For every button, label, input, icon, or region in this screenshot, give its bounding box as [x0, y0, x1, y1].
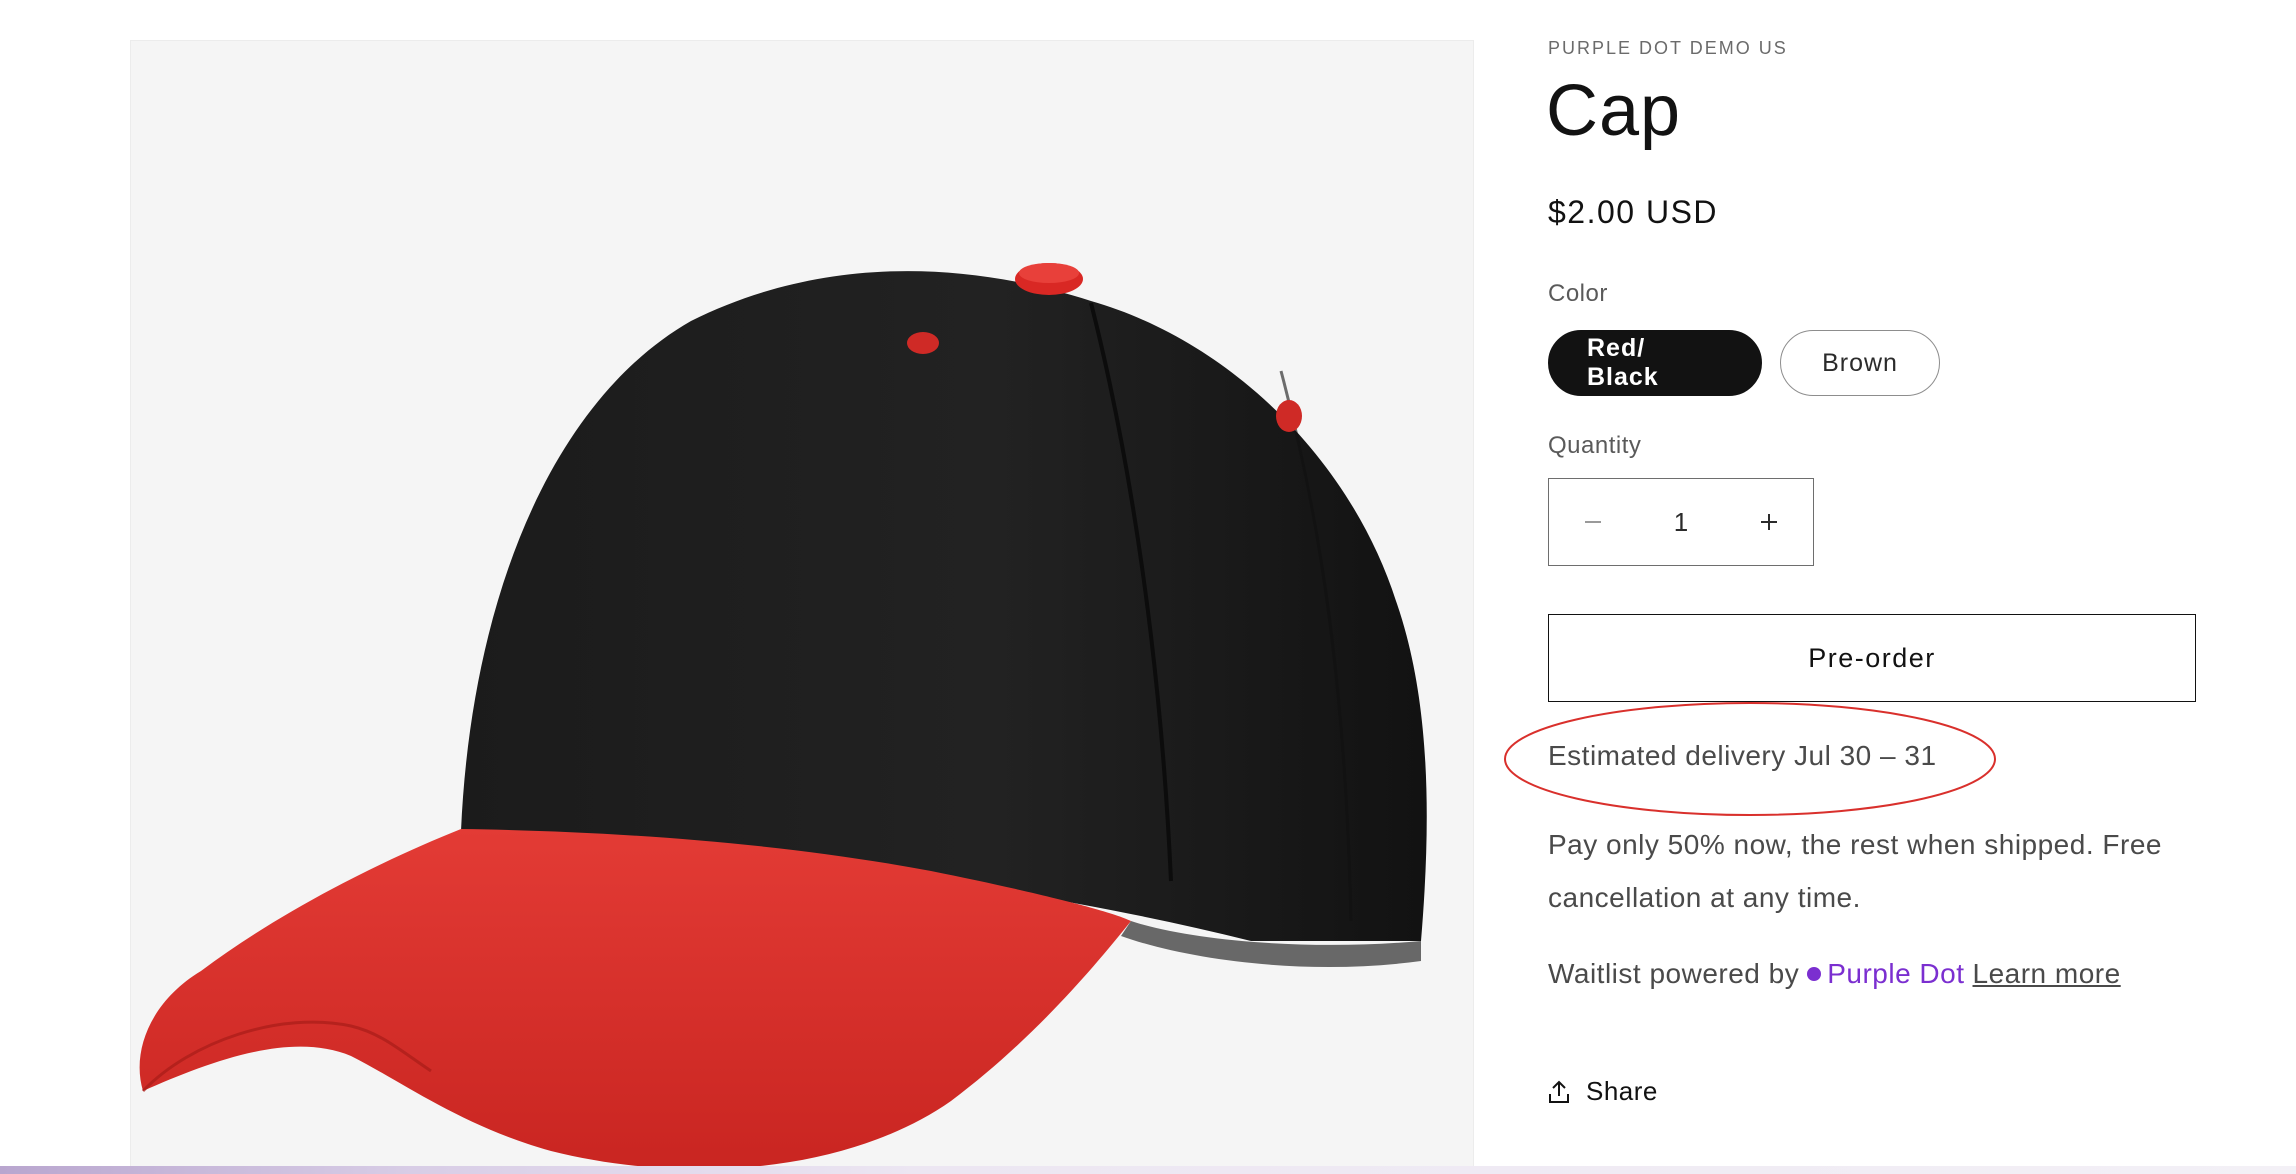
quantity-input[interactable]: 1: [1651, 507, 1711, 538]
estimated-delivery-annotation: Estimated delivery Jul 30 – 31: [1502, 700, 1998, 818]
purple-dot-icon: [1807, 967, 1822, 981]
estimated-delivery: Estimated delivery Jul 30 – 31: [1548, 740, 1937, 771]
vendor-name: PURPLE DOT DEMO US: [1548, 38, 1788, 58]
color-option-brown[interactable]: Brown: [1780, 330, 1940, 396]
product-image[interactable]: [130, 40, 1474, 1172]
share-button[interactable]: Share: [1548, 1076, 1658, 1107]
plus-icon: [1761, 514, 1777, 530]
deposit-note: Pay only 50% now, the rest when shipped.…: [1548, 829, 2162, 913]
minus-icon: [1585, 521, 1601, 523]
product-info: PURPLE DOT DEMO US Cap $2.00 USD Color R…: [1504, 0, 2208, 1174]
product-price: $2.00 USD: [1548, 194, 1719, 230]
quantity-increase-button[interactable]: [1725, 479, 1813, 565]
product-page: PURPLE DOT DEMO US Cap $2.00 USD Color R…: [0, 0, 2296, 1174]
waitlist-prefix: Waitlist powered by: [1548, 958, 1800, 989]
color-option-red-black[interactable]: Red/ Black: [1548, 330, 1762, 396]
quantity-decrease-button[interactable]: [1549, 479, 1637, 565]
color-options: Red/ Black Brown: [1548, 330, 1940, 396]
cap-image: [131, 41, 1473, 1171]
quantity-stepper: 1: [1548, 478, 1814, 566]
quantity-label: Quantity: [1548, 432, 1642, 459]
product-title: Cap: [1546, 71, 1682, 151]
page-bottom-bar: [0, 1166, 2296, 1174]
share-icon: [1549, 1080, 1569, 1103]
learn-more-link[interactable]: Learn more: [1973, 958, 2121, 990]
share-label: Share: [1586, 1076, 1658, 1106]
waitlist-powered-by: Waitlist powered by Purple Dot Learn mor…: [1548, 958, 2121, 990]
preorder-button[interactable]: Pre-order: [1548, 614, 2196, 702]
purple-dot-brand: Purple Dot: [1827, 958, 1965, 989]
color-label: Color: [1548, 280, 1608, 307]
